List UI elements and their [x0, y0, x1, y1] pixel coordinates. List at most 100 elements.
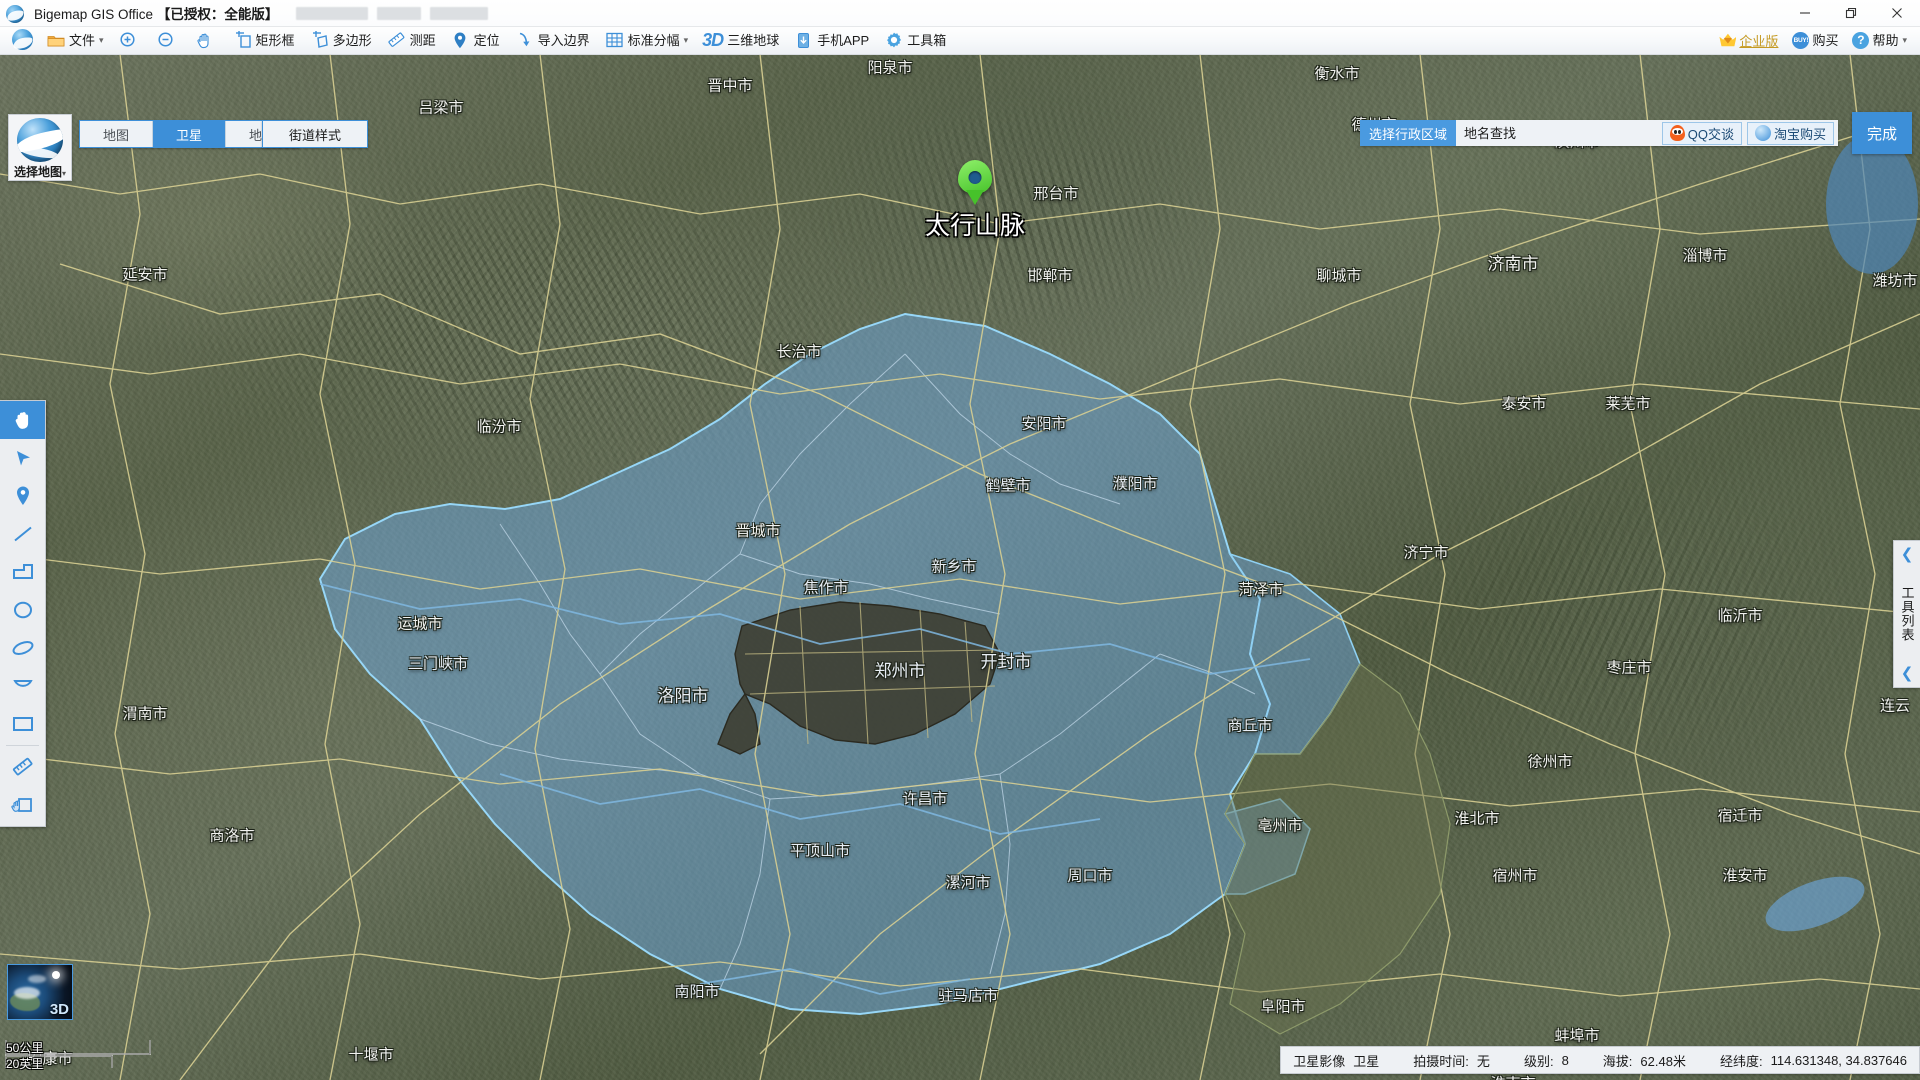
earth-globe-icon — [17, 118, 63, 162]
enterprise-version-link[interactable]: 企业版 — [1713, 27, 1784, 53]
toolbar-polygon-select[interactable]: 多边形 — [303, 27, 378, 53]
basemap-selector-label: 选择地图▾ — [14, 163, 66, 180]
taobao-icon — [1755, 125, 1771, 141]
toolbar-measure[interactable]: 测距 — [380, 27, 442, 53]
toolbar-standard-sheet[interactable]: 标准分幅 ▾ — [598, 27, 695, 53]
toolbar-import-boundary[interactable]: 导入边界 — [508, 27, 596, 53]
select-admin-region-button[interactable]: 选择行政区域 — [1360, 120, 1456, 146]
basemap-tab-satellite[interactable]: 卫星 — [153, 121, 226, 147]
toolbar-toolbox-label: 工具箱 — [907, 34, 946, 47]
folder-icon — [45, 30, 66, 50]
toolbar-3d-earth[interactable]: 3D 三维地球 — [696, 27, 785, 53]
window-title-license: 【已授权：全能版】 — [157, 7, 279, 22]
drawing-tools-panel — [0, 400, 46, 827]
arc-tool[interactable] — [0, 667, 45, 705]
qq-chat-button[interactable]: QQ交谈 — [1662, 122, 1742, 145]
minimize-button[interactable] — [1782, 0, 1828, 26]
status-capture-value: 无 — [1477, 1051, 1490, 1070]
overview-cloud — [14, 987, 40, 999]
window-title-app: Bigemap GIS Office — [34, 7, 153, 22]
chevron-down-icon: ▾ — [1902, 35, 1907, 46]
qq-chat-label: QQ交谈 — [1688, 124, 1734, 143]
toolbar-rect-label: 矩形框 — [256, 34, 295, 47]
toolbar-toolbox[interactable]: 工具箱 — [877, 27, 952, 53]
map-canvas[interactable]: 太行山脉 吕梁市晋中市阳泉市衡水市德州市滨州市东营市邢台市延安市长治市邯郸市聊城… — [0, 54, 1920, 1080]
maximize-button[interactable] — [1828, 0, 1874, 26]
enterprise-label: 企业版 — [1739, 31, 1778, 50]
grid-icon — [604, 30, 625, 50]
toolbar-standard-sheet-label: 标准分幅 — [628, 34, 680, 47]
pan-hand-icon — [194, 30, 215, 50]
redacted-text-region — [296, 7, 488, 20]
ellipse-tool[interactable] — [0, 629, 45, 667]
toolbar-zoom-out[interactable] — [150, 27, 186, 53]
mobile-app-icon — [793, 30, 814, 50]
scale-imperial-label: 20英里 — [6, 1055, 43, 1072]
toolbar-rect-select[interactable]: 矩形框 — [226, 27, 301, 53]
close-button[interactable] — [1874, 0, 1920, 26]
basemap-tab-map[interactable]: 地图 — [80, 121, 153, 147]
marker-pin-tool[interactable] — [0, 477, 45, 515]
help-menu[interactable]: ? 帮助 ▾ — [1846, 27, 1913, 53]
import-boundary-icon — [514, 30, 535, 50]
help-label: 帮助 — [1872, 34, 1898, 47]
toolbar-locate[interactable]: 定位 — [444, 27, 506, 53]
water-bodies — [1759, 134, 1918, 942]
polyline-tool[interactable] — [0, 553, 45, 591]
rectangle-tool[interactable] — [0, 705, 45, 743]
measure-icon — [386, 30, 407, 50]
chevron-left-icon-bottom[interactable]: ❮ — [1901, 666, 1914, 681]
status-source-label: 卫星影像 — [1293, 1051, 1345, 1070]
cursor-arrow-tool[interactable] — [0, 439, 45, 477]
pan-hand-tool[interactable] — [0, 401, 45, 439]
buy-icon: BUY! — [1792, 32, 1809, 49]
zoom-in-icon — [118, 30, 139, 50]
toolbar-import-label: 导入边界 — [538, 34, 590, 47]
toolbar-file-menu[interactable]: 文件 ▾ — [39, 27, 110, 53]
map-pin-icon — [958, 160, 992, 194]
status-coords-value: 114.631348, 34.837646 — [1771, 1053, 1907, 1068]
chevron-left-icon[interactable]: ❮ — [1901, 547, 1914, 562]
status-source-value: 卫星 — [1353, 1051, 1379, 1070]
title-bar: Bigemap GIS Office 【已授权：全能版】 — [0, 0, 1920, 27]
toolbar-locate-label: 定位 — [474, 34, 500, 47]
map-poi-marker[interactable]: 太行山脉 — [958, 160, 992, 194]
toolbar-zoom-in[interactable] — [112, 27, 148, 53]
map-poi-label: 太行山脉 — [925, 206, 1025, 242]
help-question-icon: ? — [1852, 32, 1869, 49]
done-button[interactable]: 完成 — [1852, 112, 1912, 154]
measure-ruler-tool[interactable] — [0, 748, 45, 786]
toolbar-mobile-app[interactable]: 手机APP — [787, 27, 875, 53]
status-coords-label: 经纬度: — [1720, 1051, 1763, 1070]
app-logo-icon — [6, 4, 28, 22]
taobao-buy-label: 淘宝购买 — [1774, 124, 1826, 143]
main-toolbar: 文件 ▾ 矩形框 多边形 — [0, 26, 1920, 55]
search-bar: 选择行政区域 QQ交谈 淘宝购买 — [1360, 120, 1838, 146]
toolbar-right-group: 企业版 BUY! 购买 ? 帮助 ▾ — [1712, 27, 1920, 53]
application-window: Bigemap GIS Office 【已授权：全能版】 — [0, 0, 1920, 1080]
toolbar-file-label: 文件 — [69, 34, 95, 47]
basemap-selector-button[interactable]: 选择地图▾ — [8, 114, 72, 181]
overview-3d-badge: 3D — [50, 1001, 69, 1018]
status-bar: 卫星影像 卫星 拍摄时间: 无 级别: 8 海拔: 62.48米 经纬度: 11… — [1280, 1046, 1920, 1074]
line-tool[interactable] — [0, 515, 45, 553]
status-capture-label: 拍摄时间: — [1413, 1051, 1469, 1070]
tool-list-label: 工具列表 — [1898, 586, 1917, 642]
globe-overview-thumbnail[interactable]: 3D — [7, 964, 73, 1020]
street-style-button[interactable]: 街道样式 — [262, 120, 368, 148]
taobao-buy-button[interactable]: 淘宝购买 — [1747, 122, 1834, 145]
tool-list-panel[interactable]: ❮ 工具列表 ❮ — [1893, 540, 1920, 688]
status-elevation-value: 62.48米 — [1640, 1051, 1686, 1070]
status-elevation-label: 海拔: — [1603, 1051, 1633, 1070]
toolbar-polygon-label: 多边形 — [333, 34, 372, 47]
overview-cloud-2 — [28, 975, 46, 983]
area-fill-tool[interactable] — [0, 786, 45, 824]
buy-button[interactable]: BUY! 购买 — [1786, 27, 1844, 53]
polygon-select-icon — [309, 30, 330, 50]
circle-tool[interactable] — [0, 591, 45, 629]
map-scale-bar: 50公里 20英里 — [4, 1038, 154, 1074]
search-box: QQ交谈 淘宝购买 — [1456, 120, 1838, 146]
status-level-value: 8 — [1562, 1053, 1569, 1068]
search-input[interactable] — [1456, 120, 1662, 146]
toolbar-pan[interactable] — [188, 27, 224, 53]
